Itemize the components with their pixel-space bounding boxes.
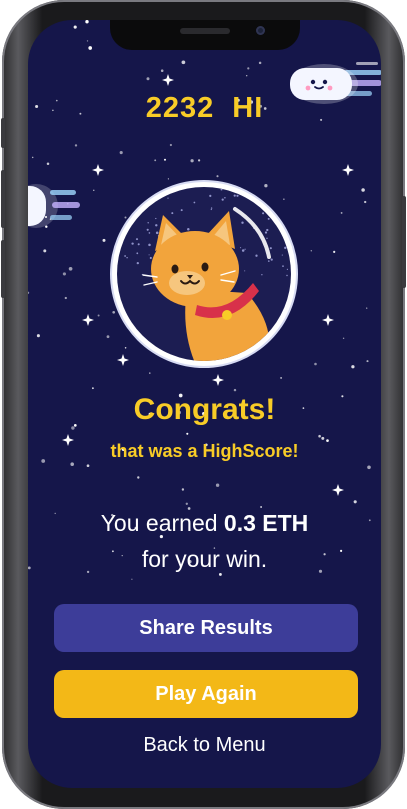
star	[167, 178, 169, 180]
star	[310, 250, 313, 252]
star	[366, 307, 368, 309]
star	[314, 362, 317, 366]
astronaut-cat-icon	[117, 187, 291, 361]
score-display: 2232 HI	[28, 92, 381, 125]
mute-switch	[1, 118, 5, 148]
star	[367, 465, 371, 470]
power-button	[402, 196, 406, 288]
star	[186, 432, 189, 435]
star	[88, 46, 93, 50]
star	[119, 151, 123, 155]
star	[70, 462, 74, 466]
star	[74, 144, 78, 147]
star	[181, 60, 186, 65]
star	[73, 25, 77, 29]
star	[181, 488, 185, 491]
volume-down-button	[1, 240, 5, 298]
star	[216, 175, 219, 178]
star	[361, 188, 365, 192]
star	[340, 211, 343, 214]
comet-icon	[28, 184, 80, 228]
star	[197, 159, 201, 162]
star	[280, 376, 283, 379]
star	[62, 272, 66, 276]
star	[86, 464, 90, 468]
play-again-button[interactable]: Play Again	[54, 670, 358, 718]
back-to-menu-link[interactable]: Back to Menu	[28, 734, 381, 757]
star	[258, 61, 262, 65]
camera	[256, 26, 265, 35]
star	[362, 20, 365, 23]
star	[92, 387, 94, 390]
star	[146, 77, 150, 81]
star	[137, 476, 140, 479]
sparkle	[212, 374, 224, 386]
speaker	[180, 28, 230, 34]
star	[106, 335, 110, 339]
score-label: HI	[232, 92, 264, 124]
star	[97, 314, 100, 317]
star	[64, 296, 67, 300]
star	[28, 291, 30, 294]
share-results-button[interactable]: Share Results	[54, 604, 358, 652]
congrats-title: Congrats!	[133, 393, 276, 426]
earnings-message: You earned 0.3 ETH for your win.	[28, 505, 381, 577]
star	[351, 365, 355, 369]
star	[86, 40, 89, 42]
star	[160, 69, 164, 72]
star	[163, 158, 167, 161]
star	[318, 434, 321, 438]
star	[353, 500, 357, 504]
game-screen: 2232 HI Congrats! that was a HighScore! …	[28, 20, 381, 788]
star	[364, 200, 367, 204]
earnings-line-1: You earned 0.3 ETH	[28, 505, 381, 541]
sparkle	[332, 484, 344, 496]
sparkle	[322, 314, 334, 326]
score-value: 2232	[145, 92, 215, 124]
star	[233, 388, 237, 392]
star	[102, 238, 106, 242]
star	[68, 266, 73, 271]
star	[36, 334, 40, 338]
volume-up-button	[1, 170, 5, 228]
star	[190, 159, 194, 163]
highscore-subtitle: that was a HighScore!	[110, 441, 299, 461]
earned-amount: 0.3 ETH	[223, 510, 309, 536]
star	[43, 249, 47, 253]
earnings-line-2: for your win.	[141, 546, 268, 572]
earned-prefix: You earned	[100, 510, 218, 536]
notch	[110, 20, 300, 50]
star	[247, 67, 250, 70]
star	[131, 578, 133, 580]
star	[169, 143, 173, 147]
sparkle	[342, 164, 354, 176]
sparkle	[82, 314, 94, 326]
star	[333, 250, 336, 253]
star	[85, 20, 89, 24]
star	[154, 159, 157, 162]
sparkle	[162, 74, 174, 86]
star	[93, 189, 95, 191]
star	[46, 162, 50, 166]
star	[31, 156, 34, 159]
star	[149, 372, 151, 374]
star	[112, 310, 116, 314]
star	[342, 337, 345, 340]
star	[366, 360, 369, 363]
sparkle	[92, 164, 104, 176]
star	[321, 436, 325, 440]
phone-frame: 2232 HI Congrats! that was a HighScore! …	[1, 0, 406, 809]
star	[215, 483, 220, 487]
star	[245, 74, 248, 77]
